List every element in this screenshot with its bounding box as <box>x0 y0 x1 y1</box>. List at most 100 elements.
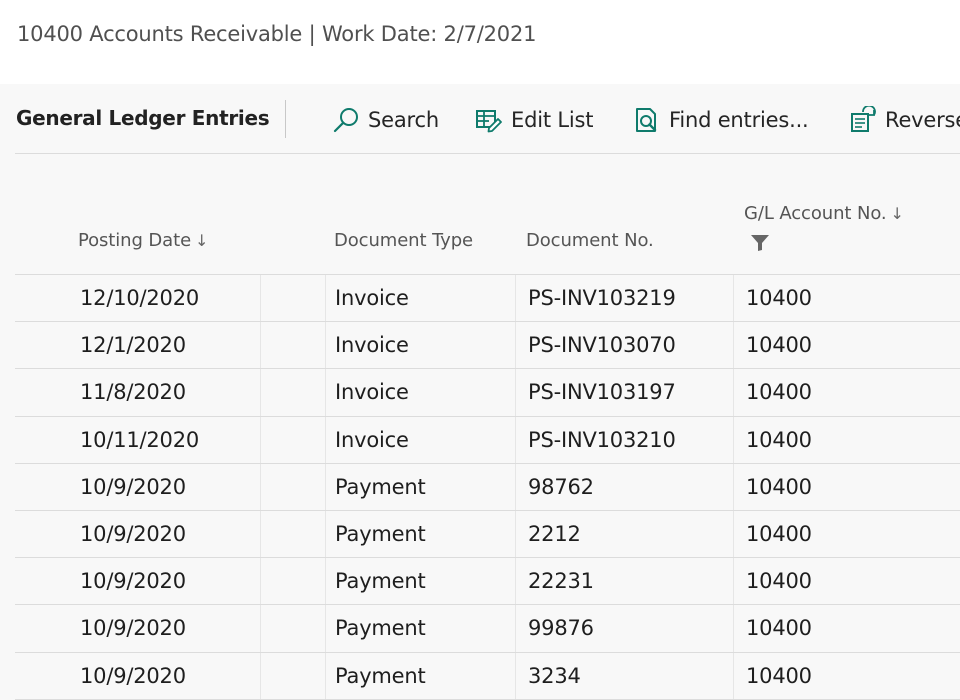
cell-gl-account-no: 10400 <box>746 616 812 641</box>
cell-document-type: Payment <box>335 616 426 641</box>
column-header-label: G/L Account No. <box>744 203 887 224</box>
column-divider <box>733 369 734 416</box>
column-divider <box>260 510 261 558</box>
column-divider <box>515 416 516 463</box>
cell-document-no[interactable]: PS-INV103197 <box>528 380 676 404</box>
action-bar: General Ledger Entries Search Edit List … <box>15 84 960 154</box>
filter-icon[interactable] <box>750 234 770 256</box>
column-header-document-no[interactable]: Document No. <box>526 230 654 251</box>
cell-posting-date: 10/11/2020 <box>80 427 200 452</box>
table-row[interactable]: 11/8/2020 Invoice PS-INV103197 10400 <box>15 369 960 417</box>
cell-document-type: Invoice <box>335 427 409 452</box>
table-row[interactable]: 10/11/2020 Invoice PS-INV103210 10400 <box>15 416 960 464</box>
column-divider <box>325 369 326 416</box>
edit-list-label: Edit List <box>511 108 594 132</box>
cell-document-no[interactable]: PS-INV103210 <box>528 428 676 452</box>
column-divider <box>260 463 261 510</box>
column-divider <box>515 558 516 605</box>
column-divider <box>515 510 516 558</box>
column-divider <box>733 605 734 652</box>
table-header: Posting Date ↓ Document Type Document No.… <box>15 154 960 275</box>
column-divider <box>325 463 326 510</box>
column-divider <box>325 605 326 652</box>
table-row[interactable]: 12/1/2020 Invoice PS-INV103070 10400 <box>15 322 960 370</box>
cell-document-type: Invoice <box>335 333 409 358</box>
cell-posting-date: 10/9/2020 <box>80 474 186 499</box>
column-divider <box>260 275 261 322</box>
cell-document-no[interactable]: 3234 <box>528 664 581 688</box>
reverse-label: Reverse <box>885 108 960 132</box>
cell-gl-account-no: 10400 <box>746 474 812 499</box>
table-row[interactable]: 10/9/2020 Payment 99876 10400 <box>15 605 960 653</box>
column-divider <box>260 558 261 605</box>
cell-document-type: Payment <box>335 569 426 594</box>
cell-posting-date: 12/10/2020 <box>80 286 200 310</box>
column-divider <box>733 275 734 322</box>
title-bar: 10400 Accounts Receivable | Work Date: 2… <box>0 0 960 84</box>
edit-list-icon <box>475 106 503 134</box>
sort-arrow-icon: ↓ <box>890 204 904 223</box>
cell-gl-account-no: 10400 <box>746 427 812 452</box>
column-divider <box>260 605 261 652</box>
column-divider <box>515 275 516 322</box>
column-divider <box>260 416 261 463</box>
column-divider <box>325 510 326 558</box>
edit-list-button[interactable]: Edit List <box>475 105 593 135</box>
column-divider <box>733 510 734 558</box>
sort-arrow-icon: ↓ <box>195 231 209 250</box>
column-divider <box>325 652 326 699</box>
column-divider <box>515 652 516 699</box>
table-row[interactable]: 10/9/2020 Payment 22231 10400 <box>15 558 960 606</box>
cell-document-no[interactable]: 99876 <box>528 616 594 640</box>
gl-entries-table: Posting Date ↓ Document Type Document No.… <box>15 154 960 700</box>
cell-document-no[interactable]: PS-INV103219 <box>528 286 676 310</box>
column-divider <box>733 463 734 510</box>
search-button[interactable]: Search <box>332 105 439 135</box>
page-caption[interactable]: General Ledger Entries <box>16 106 270 130</box>
table-row[interactable]: 10/9/2020 Payment 98762 10400 <box>15 463 960 511</box>
cell-gl-account-no: 10400 <box>746 333 812 358</box>
cell-document-no[interactable]: PS-INV103070 <box>528 333 676 357</box>
cell-gl-account-no: 10400 <box>746 521 812 546</box>
reverse-icon <box>849 106 877 134</box>
column-header-posting-date[interactable]: Posting Date ↓ <box>78 230 208 251</box>
column-divider <box>260 322 261 369</box>
search-label: Search <box>368 108 439 132</box>
table-row[interactable]: 10/9/2020 Payment 2212 10400 <box>15 510 960 559</box>
cell-gl-account-no: 10400 <box>746 286 812 310</box>
cell-document-no[interactable]: 22231 <box>528 569 594 593</box>
find-entries-icon <box>633 106 661 134</box>
cell-posting-date: 10/9/2020 <box>80 521 186 546</box>
cell-document-type: Invoice <box>335 380 409 405</box>
column-divider <box>260 652 261 699</box>
table-row[interactable]: 10/9/2020 Payment 3234 10400 <box>15 652 960 700</box>
column-divider <box>733 652 734 699</box>
find-entries-button[interactable]: Find entries... <box>633 105 809 135</box>
cell-document-no[interactable]: 98762 <box>528 475 594 499</box>
page-title: 10400 Accounts Receivable | Work Date: 2… <box>17 22 537 46</box>
column-divider <box>515 322 516 369</box>
column-divider <box>325 558 326 605</box>
reverse-button[interactable]: Reverse <box>849 105 960 135</box>
column-divider <box>325 275 326 322</box>
column-divider <box>515 369 516 416</box>
cell-gl-account-no: 10400 <box>746 663 812 688</box>
column-divider <box>260 369 261 416</box>
column-divider <box>515 463 516 510</box>
search-icon <box>332 106 360 134</box>
column-divider <box>733 416 734 463</box>
column-header-document-type[interactable]: Document Type <box>334 230 473 251</box>
column-divider <box>733 558 734 605</box>
cell-posting-date: 12/1/2020 <box>80 333 186 358</box>
cell-gl-account-no: 10400 <box>746 380 812 405</box>
cell-document-type: Payment <box>335 521 426 546</box>
cell-posting-date: 10/9/2020 <box>80 616 186 641</box>
cell-posting-date: 11/8/2020 <box>80 380 186 405</box>
column-header-label: Posting Date <box>78 230 192 251</box>
cell-document-no[interactable]: 2212 <box>528 522 581 546</box>
table-row[interactable]: 12/10/2020 Invoice PS-INV103219 10400 <box>15 275 960 323</box>
cell-gl-account-no: 10400 <box>746 569 812 594</box>
column-divider <box>325 416 326 463</box>
column-header-gl-account-no[interactable]: G/L Account No. ↓ <box>744 203 904 224</box>
find-entries-label: Find entries... <box>669 108 809 132</box>
